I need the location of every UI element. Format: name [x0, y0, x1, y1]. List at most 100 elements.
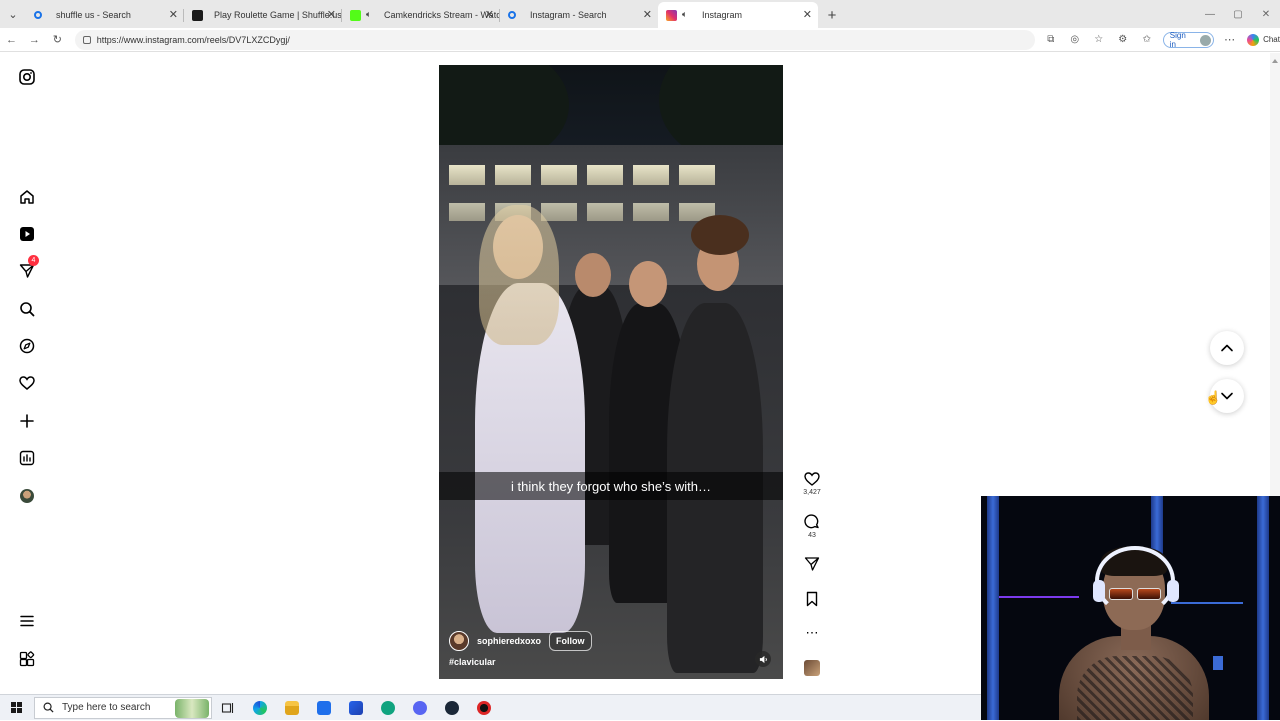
comment-button[interactable]: 43: [800, 514, 824, 539]
browser-tab[interactable]: shuffle us - Search ✕: [26, 2, 184, 28]
explore-icon[interactable]: [17, 336, 37, 356]
webcam-overlay: [981, 496, 1280, 720]
headphone-earcup: [1093, 580, 1105, 602]
address-bar-row: ← → ↻ https://www.instagram.com/reels/DV…: [0, 28, 1280, 52]
search-icon[interactable]: [17, 299, 37, 319]
instagram-logo-icon[interactable]: [17, 67, 37, 87]
tab-title: Camkendricks Stream - Watch: [384, 10, 500, 20]
previous-reel-button[interactable]: [1210, 331, 1244, 365]
browser-tab-strip: ⌄ shuffle us - Search ✕ Play Roulette Ga…: [0, 0, 1280, 28]
comment-icon: [804, 514, 819, 529]
browser-tab-active[interactable]: 🔈︎ Instagram ✕: [658, 2, 818, 28]
mail-icon[interactable]: [308, 695, 340, 721]
minimize-icon[interactable]: —: [1196, 0, 1224, 28]
webcam-background-light: [1213, 656, 1223, 670]
search-favicon-icon: [34, 11, 42, 19]
reel-hashtag[interactable]: #clavicular: [449, 657, 496, 667]
webcam-background-rack: [987, 496, 999, 720]
favorite-star-icon[interactable]: ☆: [1087, 34, 1111, 45]
notifications-icon[interactable]: [17, 373, 37, 393]
taskbar-search-box[interactable]: Type here to search: [34, 696, 212, 719]
windows-logo-icon: [10, 702, 22, 713]
close-tab-icon[interactable]: ✕: [169, 8, 178, 21]
notification-badge: 4: [28, 255, 39, 266]
like-button[interactable]: 3,427: [800, 471, 824, 496]
video-person-head: [575, 253, 611, 297]
start-button[interactable]: [0, 695, 32, 721]
video-window: [587, 203, 623, 221]
video-person-hair: [691, 215, 749, 255]
lock-icon: [82, 35, 91, 44]
also-from-meta-icon[interactable]: [17, 649, 37, 669]
close-tab-icon[interactable]: ✕: [643, 8, 652, 21]
more-options-icon[interactable]: ⋯: [800, 625, 824, 641]
close-tab-icon[interactable]: ✕: [485, 8, 494, 21]
task-view-icon[interactable]: [212, 695, 244, 721]
follow-button[interactable]: Follow: [549, 631, 592, 651]
app-available-icon[interactable]: ⧉: [1039, 34, 1063, 45]
reel-username[interactable]: sophieredxoxo: [477, 636, 541, 646]
tab-actions-menu-icon[interactable]: ⌄: [0, 0, 26, 28]
refresh-icon[interactable]: ↻: [46, 28, 69, 52]
home-icon[interactable]: [17, 187, 37, 207]
share-button[interactable]: [800, 556, 824, 572]
url-field[interactable]: https://www.instagram.com/reels/DV7LXZCD…: [74, 29, 1035, 50]
mouse-cursor-icon: ☝: [1205, 390, 1222, 405]
app-icon-red[interactable]: [468, 695, 500, 721]
video-window: [449, 203, 485, 221]
taskbar-search-placeholder: Type here to search: [62, 702, 151, 713]
back-icon[interactable]: ←: [0, 28, 23, 52]
mute-toggle-button[interactable]: [755, 651, 771, 667]
speaker-icon: 🔈︎: [682, 9, 688, 19]
avatar[interactable]: [449, 631, 469, 651]
reel-video[interactable]: i think they forgot who she’s with… soph…: [439, 65, 783, 679]
forward-icon[interactable]: →: [23, 28, 46, 52]
reel-author: sophieredxoxo Follow: [449, 631, 592, 651]
steam-icon[interactable]: [436, 695, 468, 721]
new-tab-button[interactable]: +: [818, 2, 846, 28]
avatar: [20, 489, 34, 503]
reels-icon[interactable]: [17, 224, 37, 244]
headphones-icon: [1095, 546, 1175, 616]
scroll-up-arrow-icon[interactable]: [1272, 57, 1278, 69]
close-tab-icon[interactable]: ✕: [327, 8, 336, 21]
browser-tab[interactable]: Instagram - Search ✕: [500, 2, 658, 28]
discord-icon[interactable]: [404, 695, 436, 721]
webcam-person-glasses: [1109, 588, 1161, 600]
close-window-icon[interactable]: ✕: [1252, 0, 1280, 28]
close-tab-icon[interactable]: ✕: [803, 8, 812, 21]
headphone-earcup: [1167, 580, 1179, 602]
audio-thumbnail: [804, 660, 820, 676]
video-window: [633, 165, 669, 185]
original-audio-button[interactable]: [800, 660, 824, 676]
speaker-icon: 🔈︎: [366, 9, 372, 19]
browser-toolbar: ⧉ ◎ ☆ ⚙ ✩: [1039, 34, 1159, 45]
sign-in-button[interactable]: Sign in: [1162, 31, 1215, 49]
extensions-icon[interactable]: ⚙: [1111, 34, 1135, 45]
file-explorer-icon[interactable]: [276, 695, 308, 721]
browser-tab[interactable]: Play Roulette Game | Shuffle.us | I ✕: [184, 2, 342, 28]
profile-avatar[interactable]: [17, 486, 37, 506]
app-icon-green[interactable]: [372, 695, 404, 721]
more-menu-icon[interactable]: [17, 611, 37, 631]
browser-tab[interactable]: 🔈︎ Camkendricks Stream - Watch ✕: [342, 2, 500, 28]
send-icon: [804, 557, 820, 571]
maximize-icon[interactable]: ▢: [1224, 0, 1252, 28]
webcam-background-bar: [1171, 602, 1243, 604]
messages-icon[interactable]: 4: [17, 255, 39, 281]
video-window: [679, 165, 715, 185]
search-icon: [43, 702, 54, 713]
save-button[interactable]: [800, 591, 824, 607]
webcam-background-bar: [999, 596, 1079, 598]
tab-title: Instagram - Search: [530, 10, 607, 20]
create-icon[interactable]: [17, 411, 37, 431]
tracking-prevention-icon[interactable]: ◎: [1063, 34, 1087, 45]
microsoft-store-icon[interactable]: [340, 695, 372, 721]
favorites-icon[interactable]: ✩: [1135, 34, 1159, 45]
edge-browser-icon[interactable]: [244, 695, 276, 721]
tab-title: Play Roulette Game | Shuffle.us | I: [214, 10, 342, 20]
url-text: https://www.instagram.com/reels/DV7LXZCD…: [96, 34, 290, 45]
settings-more-icon[interactable]: ⋯: [1218, 28, 1241, 52]
dashboard-icon[interactable]: [17, 448, 37, 468]
copilot-chat-button[interactable]: Chat: [1247, 33, 1280, 46]
